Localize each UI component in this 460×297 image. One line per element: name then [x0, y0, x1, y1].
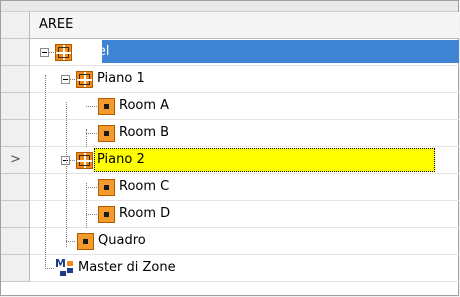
tree-connector-level-1 — [66, 102, 67, 247]
node-label: Quadro — [98, 233, 146, 248]
tree-row-room-a[interactable]: Room A — [1, 93, 459, 120]
node-label: Room D — [119, 206, 171, 221]
tree-row-quadro[interactable]: Quadro — [1, 228, 459, 255]
group-icon — [76, 71, 93, 88]
group-icon — [55, 44, 72, 61]
tree-connector-level-0 — [45, 75, 46, 269]
node-label: Room C — [119, 179, 170, 194]
top-strip — [1, 1, 458, 12]
row-header[interactable] — [1, 66, 30, 93]
row-header[interactable] — [1, 228, 30, 255]
header-row: AREE — [1, 12, 459, 39]
column-header-aree[interactable]: AREE — [30, 12, 459, 39]
room-icon — [98, 179, 115, 196]
tree-row-piano-1[interactable]: Piano 1 — [1, 66, 459, 93]
selection-highlight — [102, 40, 459, 63]
row-header[interactable] — [1, 201, 30, 228]
group-icon — [76, 152, 93, 169]
row-header[interactable] — [1, 255, 30, 282]
node-label: Piano 1 — [97, 71, 145, 86]
row-header-corner — [1, 12, 30, 39]
node-label: Room A — [119, 98, 170, 113]
row-header[interactable] — [1, 120, 30, 147]
room-icon — [98, 206, 115, 223]
master-zone-icon: M — [55, 257, 75, 276]
room-icon — [77, 233, 94, 250]
row-header[interactable] — [1, 39, 30, 66]
collapse-toggle[interactable] — [61, 75, 70, 84]
node-label: Piano 2 — [97, 152, 145, 167]
tree-grid-frame: AREE Hotel Piano 1 Room A Room B > Piano… — [0, 0, 459, 296]
row-header[interactable] — [1, 93, 30, 120]
row-header[interactable] — [1, 174, 30, 201]
node-label: Hotel — [75, 44, 110, 59]
node-label: Room B — [119, 125, 170, 140]
tree-row-master-di-zone[interactable]: M Master di Zone — [1, 255, 459, 282]
tree-row-room-c[interactable]: Room C — [1, 174, 459, 201]
tree-connector-piano-2 — [86, 183, 87, 228]
current-row-highlight — [94, 148, 435, 172]
room-icon — [98, 125, 115, 142]
collapse-toggle[interactable] — [40, 48, 49, 57]
tree-row-hotel[interactable]: Hotel — [1, 39, 459, 66]
room-icon — [98, 98, 115, 115]
node-label: Master di Zone — [78, 260, 176, 275]
tree-row-piano-2[interactable]: > Piano 2 — [1, 147, 459, 174]
column-header-label: AREE — [39, 17, 74, 32]
tree-row-room-d[interactable]: Room D — [1, 201, 459, 228]
current-row-indicator: > — [10, 152, 21, 167]
row-header-current[interactable]: > — [1, 147, 30, 174]
tree-row-room-b[interactable]: Room B — [1, 120, 459, 147]
tree-connector-piano-1 — [86, 129, 87, 147]
